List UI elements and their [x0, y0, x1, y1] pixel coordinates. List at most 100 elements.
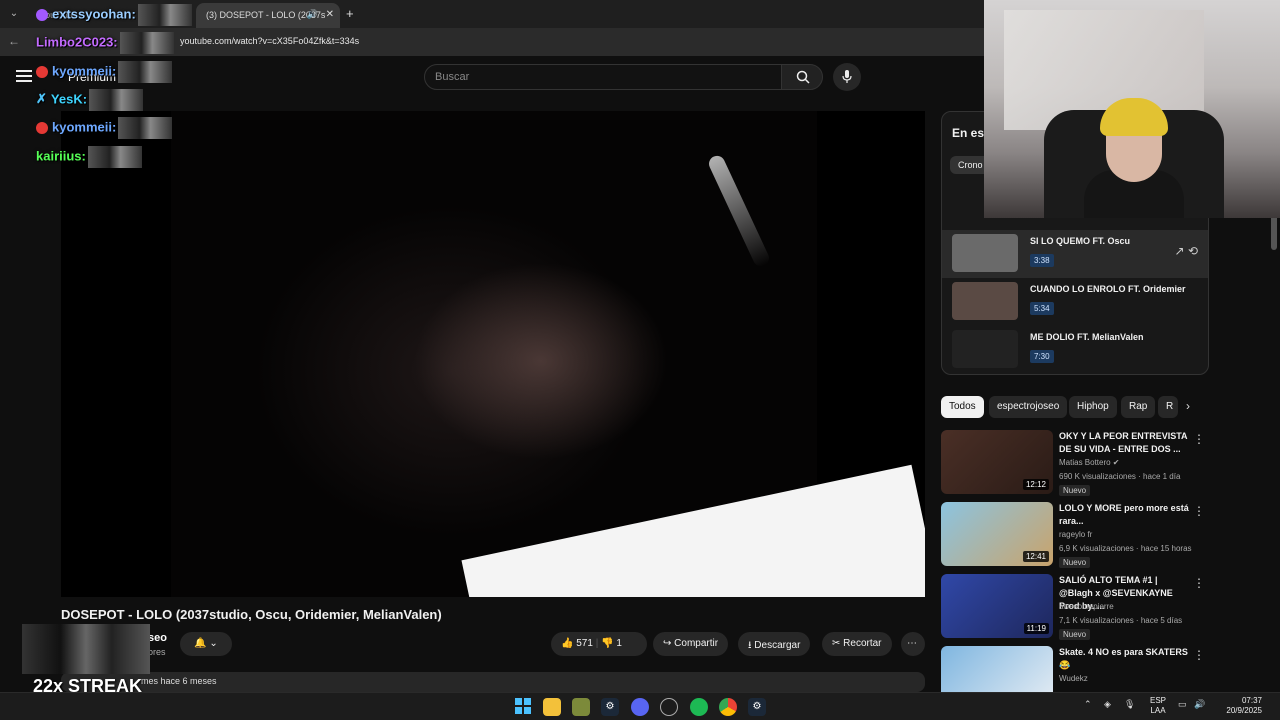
video-thumbnail: 12:41	[941, 502, 1053, 566]
video-meta: 7,1 K visualizaciones · hace 5 días	[1059, 616, 1183, 625]
chat-username: extssyoohan:	[52, 6, 136, 22]
recommendation-item[interactable]: 11:19 SALIÓ ALTO TEMA #1 | @Blagh x @SEV…	[941, 574, 1209, 640]
new-tab-button[interactable]: +	[346, 6, 354, 21]
windows-start-icon[interactable]	[514, 698, 532, 716]
chat-message: kairiius:	[36, 146, 142, 170]
new-badge: Nuevo	[1059, 557, 1091, 568]
tab-current-video[interactable]: (3) DOSEPOT - LOLO (2037s 🔊 ✕	[196, 3, 340, 28]
channel-name[interactable]: Wudekz	[1059, 674, 1088, 683]
recommendation-item[interactable]: Skate. 4 NO es para SKATERS 😂 Wudekz ⋮	[941, 646, 1209, 692]
spotify-icon[interactable]	[690, 698, 708, 716]
clip-label: Recortar	[843, 638, 882, 649]
url-field[interactable]: youtube.com/watch?v=cX35Fo04Zfk&t=334s	[180, 36, 359, 46]
search-input[interactable]: Buscar	[424, 64, 782, 90]
streak-emote-image	[22, 624, 150, 674]
close-icon[interactable]: ✕	[326, 9, 334, 20]
back-arrow-icon[interactable]: ←	[8, 34, 20, 48]
chip-todos[interactable]: Todos	[941, 396, 984, 418]
shield-icon[interactable]: ◈	[1104, 699, 1111, 710]
language-indicator[interactable]: ESP LAA	[1150, 696, 1166, 716]
playlist-item-title: SI LO QUEMO FT. Oscu	[1030, 236, 1131, 246]
chat-message: extssyoohan:	[36, 4, 192, 28]
description-box[interactable]: mes hace 6 meses	[61, 672, 925, 692]
language-code: ESP	[1150, 696, 1167, 705]
webcam-overlay	[984, 0, 1280, 218]
chat-username: kyommeii:	[52, 63, 117, 79]
chat-badge-icon	[36, 122, 48, 134]
more-vert-icon[interactable]: ⋮	[1193, 504, 1205, 518]
recommendation-item[interactable]: 12:12 OKY Y LA PEOR ENTREVISTA DE SU VID…	[941, 430, 1209, 496]
menu-icon[interactable]	[16, 70, 32, 82]
chat-badge-icon	[36, 66, 48, 78]
chevron-up-icon[interactable]: ⌃	[1084, 699, 1092, 710]
chat-username: Limbo2C023:	[36, 34, 118, 50]
discord-icon[interactable]	[631, 698, 649, 716]
channel-name[interactable]: awesomepierre	[1059, 602, 1114, 611]
share-icon[interactable]: ↗	[1175, 244, 1185, 258]
more-vert-icon[interactable]: ⋮	[1193, 648, 1205, 662]
chat-username: kairiius:	[36, 148, 86, 164]
more-vert-icon[interactable]: ⋮	[1193, 576, 1205, 590]
video-thumbnail: 12:12	[941, 430, 1053, 494]
channel-name[interactable]: Matias Bottero ✔	[1059, 458, 1120, 467]
microphone-icon[interactable]: 🎙	[1124, 699, 1135, 710]
sword-icon: ✗	[36, 91, 47, 107]
chip-rap[interactable]: Rap	[1121, 396, 1156, 418]
volume-icon[interactable]: 🔊	[1194, 699, 1205, 710]
playlist-title: En es	[952, 126, 985, 140]
like-count: 571	[576, 638, 593, 649]
video-player[interactable]	[61, 111, 925, 597]
clip-button[interactable]: ✂ Recortar	[822, 632, 892, 656]
channel-name[interactable]: rageylo fr	[1059, 530, 1092, 539]
new-badge: Nuevo	[1059, 485, 1091, 496]
chip-espectrojoseo[interactable]: espectrojoseo	[989, 396, 1068, 418]
thumbs-up-icon: 👍	[561, 638, 574, 649]
search-button[interactable]	[781, 64, 823, 90]
network-icon[interactable]: ▭	[1178, 699, 1187, 710]
recommendation-item[interactable]: 12:41 LOLO Y MORE pero more está rara...…	[941, 502, 1209, 568]
video-meta: 690 K visualizaciones · hace 1 día	[1059, 472, 1181, 481]
download-button[interactable]: ⭳ Descargar	[738, 632, 811, 656]
dislike-button[interactable]: 👎 1	[601, 638, 622, 649]
chevron-right-icon[interactable]: ›	[1186, 399, 1190, 413]
more-vert-icon[interactable]: ⋮	[1193, 432, 1205, 446]
system-clock[interactable]: 07:37 20/9/2025	[1210, 696, 1262, 716]
light-patch	[461, 464, 925, 597]
like-button[interactable]: 👍 571	[561, 638, 593, 649]
tab-list-chevron-icon[interactable]: ⌄	[6, 6, 22, 22]
bell-icon: 🔔	[194, 638, 207, 649]
share-button[interactable]: ↪ Compartir	[653, 632, 729, 656]
playlist-item[interactable]: ME DOLIO FT. MelianValen 7:30	[942, 326, 1208, 374]
steam-icon[interactable]: ⚙	[601, 698, 619, 716]
chip-hiphop[interactable]: Hiphop	[1069, 396, 1117, 418]
minecraft-icon[interactable]	[572, 698, 590, 716]
voice-search-button[interactable]	[833, 63, 861, 91]
steam-icon[interactable]: ⚙	[748, 698, 766, 716]
search-icon	[796, 70, 810, 84]
loop-icon[interactable]: ⟲	[1188, 244, 1198, 258]
chip-truncated[interactable]: R	[1158, 396, 1178, 418]
chat-message: ✗ YesK:	[36, 89, 144, 113]
playlist-item[interactable]: CUANDO LO ENROLO FT. Oridemier 5:34	[942, 278, 1208, 326]
playlist-thumbnail	[952, 282, 1018, 320]
clock-date: 20/9/2025	[1226, 706, 1262, 715]
notifications-bell-button[interactable]: 🔔 ⌄	[180, 632, 232, 656]
chat-badge-icon	[36, 9, 48, 21]
video-duration: 11:19	[1023, 623, 1049, 634]
dislike-count: 1	[616, 638, 622, 649]
file-explorer-icon[interactable]	[543, 698, 561, 716]
playlist-item[interactable]: SI LO QUEMO FT. Oscu 3:38 ↗ ⟲	[942, 230, 1208, 278]
channel-name[interactable]: seo	[148, 632, 167, 644]
video-title: Skate. 4 NO es para SKATERS 😂	[1059, 647, 1188, 670]
chat-username: YesK:	[50, 91, 88, 107]
microphone-icon	[842, 70, 852, 83]
chrome-icon[interactable]	[719, 698, 737, 716]
video-title: DOSEPOT - LOLO (2037studio, Oscu, Oridem…	[61, 607, 442, 622]
download-label: Descargar	[754, 640, 801, 651]
obs-icon[interactable]	[660, 698, 678, 716]
video-thumbnail: 11:19	[941, 574, 1053, 638]
chat-message: kyommeii:	[36, 61, 173, 85]
more-actions-button[interactable]: ⋯	[901, 632, 925, 656]
speaker-icon[interactable]: 🔊	[307, 9, 318, 20]
video-title: OKY Y LA PEOR ENTREVISTA DE SU VIDA - EN…	[1059, 431, 1188, 454]
